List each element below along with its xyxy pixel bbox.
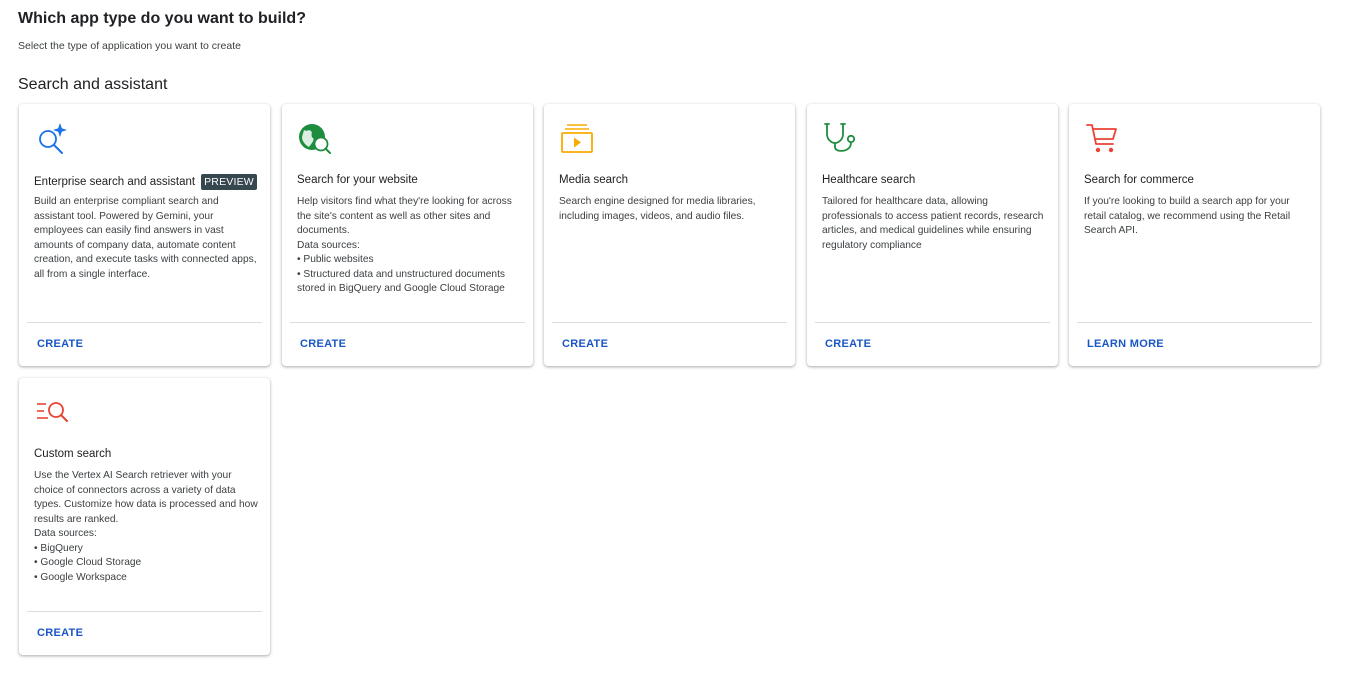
card-title: Search for commerce bbox=[1084, 174, 1194, 186]
shopping-cart-icon bbox=[1084, 120, 1120, 156]
card-description: Build an enterprise compliant search and… bbox=[34, 196, 257, 280]
create-button-enterprise[interactable]: CREATE bbox=[37, 338, 83, 350]
card-media-search: Media search Search engine designed for … bbox=[544, 104, 795, 366]
card-title: Healthcare search bbox=[822, 174, 916, 186]
create-button-healthcare[interactable]: CREATE bbox=[825, 338, 871, 350]
globe-search-icon bbox=[297, 120, 333, 156]
create-button-custom[interactable]: CREATE bbox=[37, 627, 83, 639]
sparkle-search-icon bbox=[34, 120, 70, 156]
data-source-item: • Google Workspace bbox=[34, 571, 127, 583]
section-title: Search and assistant bbox=[18, 76, 168, 93]
card-divider bbox=[27, 322, 262, 323]
page-title: Which app type do you want to build? bbox=[18, 10, 306, 27]
card-description: If you're looking to build a search app … bbox=[1084, 196, 1291, 236]
create-button-media[interactable]: CREATE bbox=[562, 338, 608, 350]
create-button-website[interactable]: CREATE bbox=[300, 338, 346, 350]
card-title: Media search bbox=[559, 174, 629, 186]
stethoscope-icon bbox=[822, 120, 858, 156]
card-description: Help visitors find what they're looking … bbox=[297, 196, 512, 236]
card-divider bbox=[290, 322, 525, 323]
card-title: Search for your website bbox=[297, 174, 418, 186]
card-divider bbox=[552, 322, 787, 323]
data-source-item: • BigQuery bbox=[34, 542, 83, 554]
card-enterprise-search: Enterprise search and assistant PREVIEW … bbox=[19, 104, 270, 366]
page-subtitle: Select the type of application you want … bbox=[18, 40, 241, 52]
preview-badge: PREVIEW bbox=[201, 174, 257, 190]
card-description: Search engine designed for media librari… bbox=[559, 196, 756, 222]
card-title: Custom search bbox=[34, 448, 112, 460]
data-source-item: • Structured data and unstructured docum… bbox=[297, 268, 506, 295]
card-title: Enterprise search and assistant bbox=[34, 176, 196, 188]
data-sources-label: Data sources: bbox=[297, 239, 360, 251]
card-divider bbox=[1077, 322, 1312, 323]
card-custom-search: Custom search Use the Vertex AI Search r… bbox=[19, 378, 270, 655]
learn-more-button[interactable]: LEARN MORE bbox=[1087, 338, 1164, 350]
card-divider bbox=[27, 611, 262, 612]
data-source-item: • Public websites bbox=[297, 254, 374, 265]
media-library-icon bbox=[559, 120, 595, 156]
card-website-search: Search for your website Help visitors fi… bbox=[282, 104, 533, 366]
card-divider bbox=[815, 322, 1050, 323]
card-description: Use the Vertex AI Search retriever with … bbox=[34, 470, 258, 525]
card-healthcare-search: Healthcare search Tailored for healthcar… bbox=[807, 104, 1058, 366]
card-commerce-search: Search for commerce If you're looking to… bbox=[1069, 104, 1320, 366]
data-source-item: • Google Cloud Storage bbox=[34, 557, 142, 568]
data-sources-label: Data sources: bbox=[34, 528, 97, 539]
list-search-icon bbox=[34, 394, 70, 430]
card-description: Tailored for healthcare data, allowing p… bbox=[822, 196, 1044, 251]
